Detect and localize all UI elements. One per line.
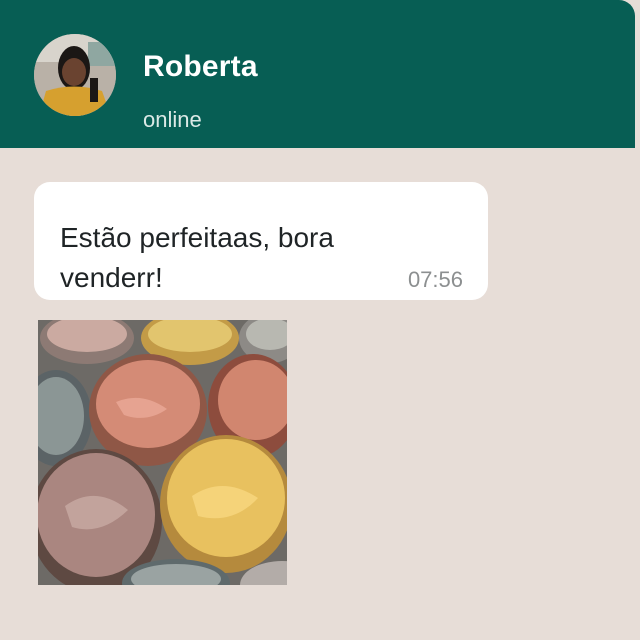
message-time: 07:56	[407, 267, 463, 292]
shared-photo[interactable]	[38, 320, 287, 585]
contact-status: online	[143, 107, 202, 132]
chat-body: Estão perfeitaas, bora venderr! 07:56	[0, 148, 640, 640]
avatar[interactable]	[34, 34, 116, 116]
contact-name[interactable]: Roberta	[143, 50, 258, 84]
chat-header: Roberta online	[0, 0, 635, 148]
jars-photo	[38, 320, 287, 585]
avatar-photo	[34, 34, 116, 116]
message-bubble[interactable]: Estão perfeitaas, bora venderr! 07:56	[34, 182, 488, 300]
message-text: Estão perfeitaas, bora venderr!	[60, 222, 334, 293]
